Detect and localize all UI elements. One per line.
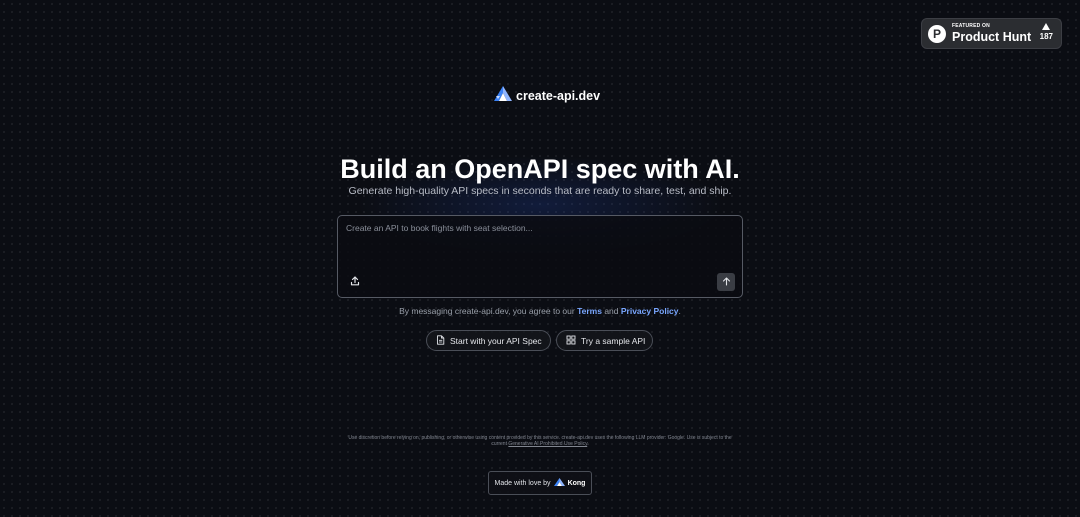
consent-prefix: By messaging create-api.dev, you agree t… bbox=[399, 306, 578, 316]
start-with-api-spec-button[interactable]: Start with your API Spec bbox=[426, 330, 551, 351]
upvote-triangle-icon bbox=[1042, 23, 1051, 30]
product-hunt-vote-count: 187 bbox=[1039, 32, 1053, 41]
document-icon bbox=[436, 334, 445, 347]
kong-name: Kong bbox=[567, 479, 586, 487]
made-with-label: Made with love by bbox=[494, 479, 551, 487]
prohibited-use-policy-link[interactable]: Generative AI Prohibited Use Policy bbox=[508, 441, 587, 447]
disclaimer-suffix: . bbox=[587, 441, 589, 447]
product-hunt-logo-icon: P bbox=[928, 24, 946, 43]
upload-icon bbox=[350, 273, 360, 291]
product-hunt-text: FEATURED ON Product Hunt bbox=[952, 22, 1032, 44]
upload-button[interactable] bbox=[348, 275, 362, 289]
page: P FEATURED ON Product Hunt 187 create-ap… bbox=[0, 0, 1080, 517]
product-hunt-name: Product Hunt bbox=[952, 29, 1032, 44]
page-subtitle: Generate high-quality API specs in secon… bbox=[348, 185, 732, 197]
made-with-love-badge[interactable]: Made with love by Kong bbox=[488, 471, 592, 495]
product-hunt-badge[interactable]: P FEATURED ON Product Hunt 187 bbox=[921, 18, 1062, 49]
try-sample-api-label: Try a sample API bbox=[581, 335, 646, 346]
action-buttons: Start with your API Spec Try a sample AP… bbox=[426, 330, 653, 351]
page-title: Build an OpenAPI spec with AI. bbox=[340, 154, 740, 184]
kong-logo-icon bbox=[553, 478, 565, 488]
grid-icon bbox=[566, 335, 576, 347]
arrow-up-icon bbox=[722, 273, 731, 291]
try-sample-api-button[interactable]: Try a sample API bbox=[556, 330, 653, 351]
consent-and: and bbox=[601, 306, 621, 316]
prompt-input[interactable] bbox=[346, 223, 726, 263]
brand[interactable]: create-api.dev bbox=[494, 86, 600, 106]
terms-link[interactable]: Terms bbox=[577, 306, 602, 316]
start-with-api-spec-label: Start with your API Spec bbox=[450, 335, 542, 346]
consent-text: By messaging create-api.dev, you agree t… bbox=[0, 306, 1080, 317]
disclaimer: Use discretion before relying on, publis… bbox=[340, 435, 740, 447]
product-hunt-featured-label: FEATURED ON bbox=[952, 22, 990, 29]
product-hunt-votes: 187 bbox=[1040, 23, 1053, 41]
send-button[interactable] bbox=[717, 273, 735, 291]
create-api-logo-icon bbox=[494, 86, 512, 106]
privacy-policy-link[interactable]: Privacy Policy bbox=[621, 306, 679, 316]
brand-name: create-api.dev bbox=[516, 89, 601, 103]
consent-suffix: . bbox=[678, 306, 681, 316]
prompt-box bbox=[337, 215, 743, 298]
